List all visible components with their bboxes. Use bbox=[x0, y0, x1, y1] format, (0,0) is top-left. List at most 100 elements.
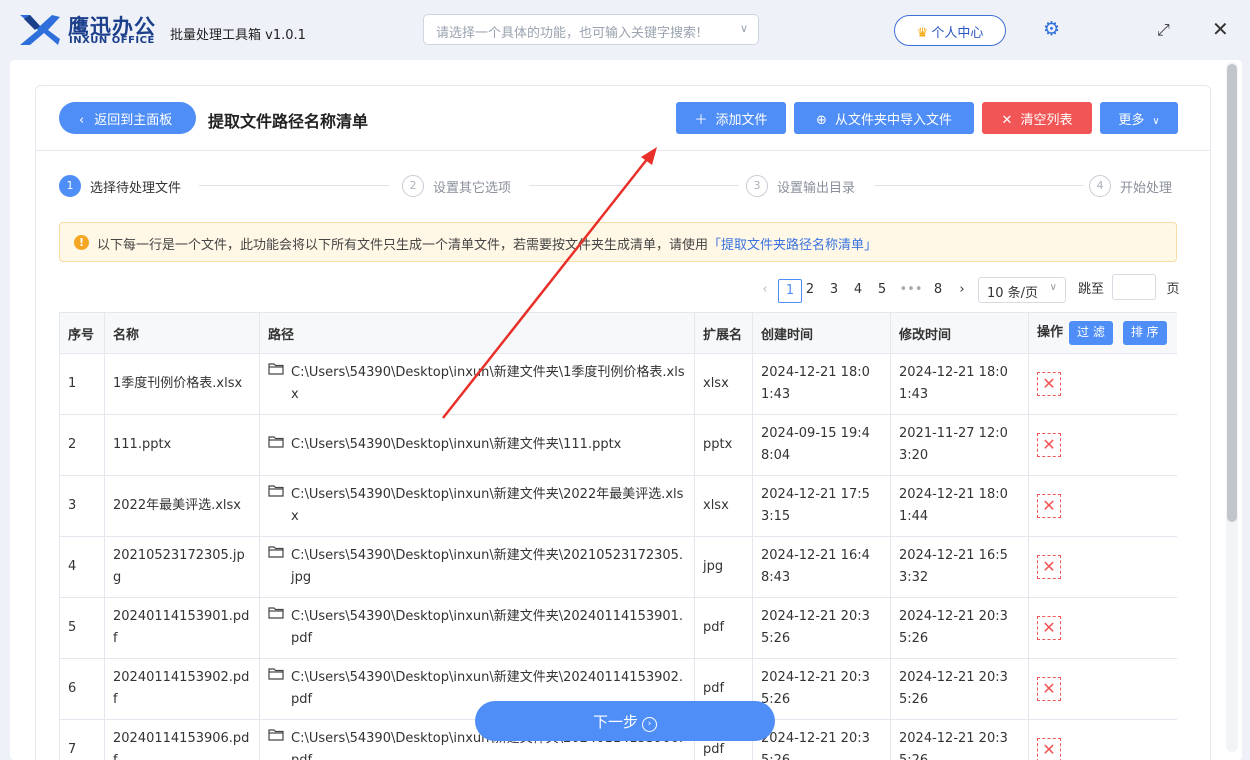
page-8[interactable]: 8 bbox=[931, 279, 945, 303]
page-size-select[interactable]: 10 条/页 ∨ bbox=[978, 277, 1066, 303]
row-ext: xlsx bbox=[694, 475, 753, 537]
import-folder-button[interactable]: ⊕ 从文件夹中导入文件 bbox=[794, 102, 974, 134]
page-size-value: 10 条/页 bbox=[987, 286, 1039, 301]
row-path-cell: C:\Users\54390\Desktop\inxun\新建文件夹\1季度刊例… bbox=[259, 353, 695, 415]
chevron-down-icon: ∨ bbox=[1049, 282, 1057, 293]
clear-list-label: 清空列表 bbox=[1020, 113, 1073, 128]
col-ext: 扩展名 bbox=[694, 312, 753, 354]
delete-row-icon[interactable]: ✕ bbox=[1037, 372, 1061, 396]
row-path: C:\Users\54390\Desktop\inxun\新建文件夹\1季度刊例… bbox=[291, 365, 685, 402]
page-4[interactable]: 4 bbox=[851, 279, 865, 303]
table-row: 5 20240114153901.pdf C:\Users\54390\Desk… bbox=[59, 597, 1177, 659]
col-created: 创建时间 bbox=[752, 312, 891, 354]
row-index: 4 bbox=[59, 536, 105, 598]
row-modified: 2024-12-21 20:35:26 bbox=[890, 658, 1029, 720]
delete-row-icon[interactable]: ✕ bbox=[1037, 433, 1061, 457]
folder-icon bbox=[268, 485, 284, 497]
row-created: 2024-12-21 20:35:26 bbox=[752, 597, 891, 659]
folder-icon bbox=[268, 363, 284, 375]
delete-row-icon[interactable]: ✕ bbox=[1037, 494, 1061, 518]
delete-row-icon[interactable]: ✕ bbox=[1037, 555, 1061, 579]
row-modified: 2021-11-27 12:03:20 bbox=[890, 414, 1029, 476]
main-content: ‹ 返回到主面板 提取文件路径名称清单 ＋ 添加文件 ⊕ 从文件夹中导入文件 ✕ 清空列… bbox=[10, 60, 1242, 760]
delete-row-icon[interactable]: ✕ bbox=[1037, 616, 1061, 640]
row-path: C:\Users\54390\Desktop\inxun\新建文件夹\20240… bbox=[291, 609, 684, 646]
scrollbar-thumb[interactable] bbox=[1227, 64, 1237, 522]
close-icon: ✕ bbox=[1001, 113, 1013, 128]
row-created: 2024-12-21 20:35:26 bbox=[752, 658, 891, 720]
col-action: 操作过 滤排 序 bbox=[1028, 312, 1177, 354]
page-ellipsis[interactable]: ••• bbox=[898, 279, 924, 303]
step-number: 2 bbox=[402, 175, 424, 197]
clear-list-button[interactable]: ✕ 清空列表 bbox=[982, 102, 1092, 134]
row-ext: jpg bbox=[694, 536, 753, 598]
row-path-cell: C:\Users\54390\Desktop\inxun\新建文件夹\20240… bbox=[259, 597, 695, 659]
page-unit-label: 页 bbox=[1166, 282, 1180, 297]
tool-panel: ‹ 返回到主面板 提取文件路径名称清单 ＋ 添加文件 ⊕ 从文件夹中导入文件 ✕ 清空列… bbox=[35, 85, 1211, 760]
next-page-icon[interactable]: › bbox=[955, 279, 969, 303]
row-path: C:\Users\54390\Desktop\inxun\新建文件夹\20210… bbox=[291, 548, 684, 585]
more-button[interactable]: 更多 ∨ bbox=[1100, 102, 1178, 134]
table-row: 4 20210523172305.jpg C:\Users\54390\Desk… bbox=[59, 536, 1177, 598]
back-label: 返回到主面板 bbox=[94, 113, 173, 128]
arrow-right-circle-icon: › bbox=[642, 717, 657, 732]
row-name: 111.pptx bbox=[104, 414, 260, 476]
step-start: 4 开始处理 bbox=[1089, 174, 1173, 198]
folder-icon bbox=[268, 436, 284, 448]
step-number: 3 bbox=[746, 175, 768, 197]
table-header-row: 序号 名称 路径 扩展名 创建时间 修改时间 操作过 滤排 序 bbox=[59, 312, 1177, 354]
brand-name-en: INXUN OFFICE bbox=[69, 35, 155, 46]
vertical-scrollbar[interactable] bbox=[1226, 62, 1238, 752]
tool-header: ‹ 返回到主面板 提取文件路径名称清单 ＋ 添加文件 ⊕ 从文件夹中导入文件 ✕ 清空列… bbox=[36, 86, 1210, 151]
back-to-main-button[interactable]: ‹ 返回到主面板 bbox=[59, 102, 196, 134]
row-modified: 2024-12-21 20:35:26 bbox=[890, 597, 1029, 659]
sort-button[interactable]: 排 序 bbox=[1122, 321, 1167, 345]
chevron-down-icon: ∨ bbox=[1152, 116, 1160, 127]
row-action: ✕ bbox=[1028, 658, 1177, 720]
page-1[interactable]: 1 bbox=[778, 279, 802, 303]
row-modified: 2024-12-21 16:53:32 bbox=[890, 536, 1029, 598]
folder-icon bbox=[268, 668, 284, 680]
function-search-input[interactable]: 请选择一个具体的功能，也可输入关键字搜索! ∨ bbox=[423, 14, 759, 45]
folder-list-link[interactable]: 「提取文件夹路径名称清单」 bbox=[708, 238, 877, 253]
jump-label: 跳至 bbox=[1077, 282, 1104, 297]
crown-icon: ♛ bbox=[916, 26, 929, 41]
page-2[interactable]: 2 bbox=[803, 279, 817, 303]
row-name: 2022年最美评选.xlsx bbox=[104, 475, 260, 537]
row-name: 20210523172305.jpg bbox=[104, 536, 260, 598]
page-title: 提取文件路径名称清单 bbox=[208, 112, 369, 131]
plus-icon: ＋ bbox=[694, 113, 708, 128]
personal-center-label: 个人中心 bbox=[931, 26, 984, 41]
add-files-label: 添加文件 bbox=[715, 113, 768, 128]
row-created: 2024-09-15 19:48:04 bbox=[752, 414, 891, 476]
step-connector bbox=[874, 185, 1084, 186]
filter-button[interactable]: 过 滤 bbox=[1069, 321, 1113, 345]
prev-page-icon[interactable]: ‹ bbox=[758, 279, 772, 303]
plus-circle-icon: ⊕ bbox=[816, 113, 827, 128]
step-label: 开始处理 bbox=[1120, 180, 1173, 196]
delete-row-icon[interactable]: ✕ bbox=[1037, 738, 1061, 760]
row-path-cell: C:\Users\54390\Desktop\inxun\新建文件夹\2022年… bbox=[259, 475, 695, 537]
chevron-down-icon[interactable]: ∨ bbox=[740, 22, 748, 35]
col-index: 序号 bbox=[59, 312, 105, 354]
notice-text: 以下每一行是一个文件，此功能会将以下所有文件只生成一个清单文件，若需要按文件夹生… bbox=[97, 238, 709, 253]
folder-icon bbox=[268, 729, 284, 741]
page-5[interactable]: 5 bbox=[875, 279, 889, 303]
close-icon[interactable]: ✕ bbox=[1212, 17, 1229, 41]
next-step-button[interactable]: 下一步 › bbox=[475, 701, 775, 741]
maximize-icon[interactable]: ⤢ bbox=[1157, 20, 1170, 40]
col-path: 路径 bbox=[259, 312, 695, 354]
row-modified: 2024-12-21 20:35:26 bbox=[890, 719, 1029, 760]
add-files-button[interactable]: ＋ 添加文件 bbox=[676, 102, 786, 134]
jump-page-input[interactable] bbox=[1112, 274, 1156, 300]
page-3[interactable]: 3 bbox=[827, 279, 841, 303]
row-action: ✕ bbox=[1028, 597, 1177, 659]
personal-center-button[interactable]: ♛ 个人中心 bbox=[894, 15, 1006, 46]
gear-icon[interactable]: ⚙ bbox=[1043, 19, 1063, 39]
step-output-dir: 3 设置输出目录 bbox=[746, 174, 864, 198]
row-action: ✕ bbox=[1028, 719, 1177, 760]
import-folder-label: 从文件夹中导入文件 bbox=[834, 113, 952, 128]
more-label: 更多 bbox=[1118, 113, 1145, 128]
delete-row-icon[interactable]: ✕ bbox=[1037, 677, 1061, 701]
step-connector bbox=[199, 185, 389, 186]
